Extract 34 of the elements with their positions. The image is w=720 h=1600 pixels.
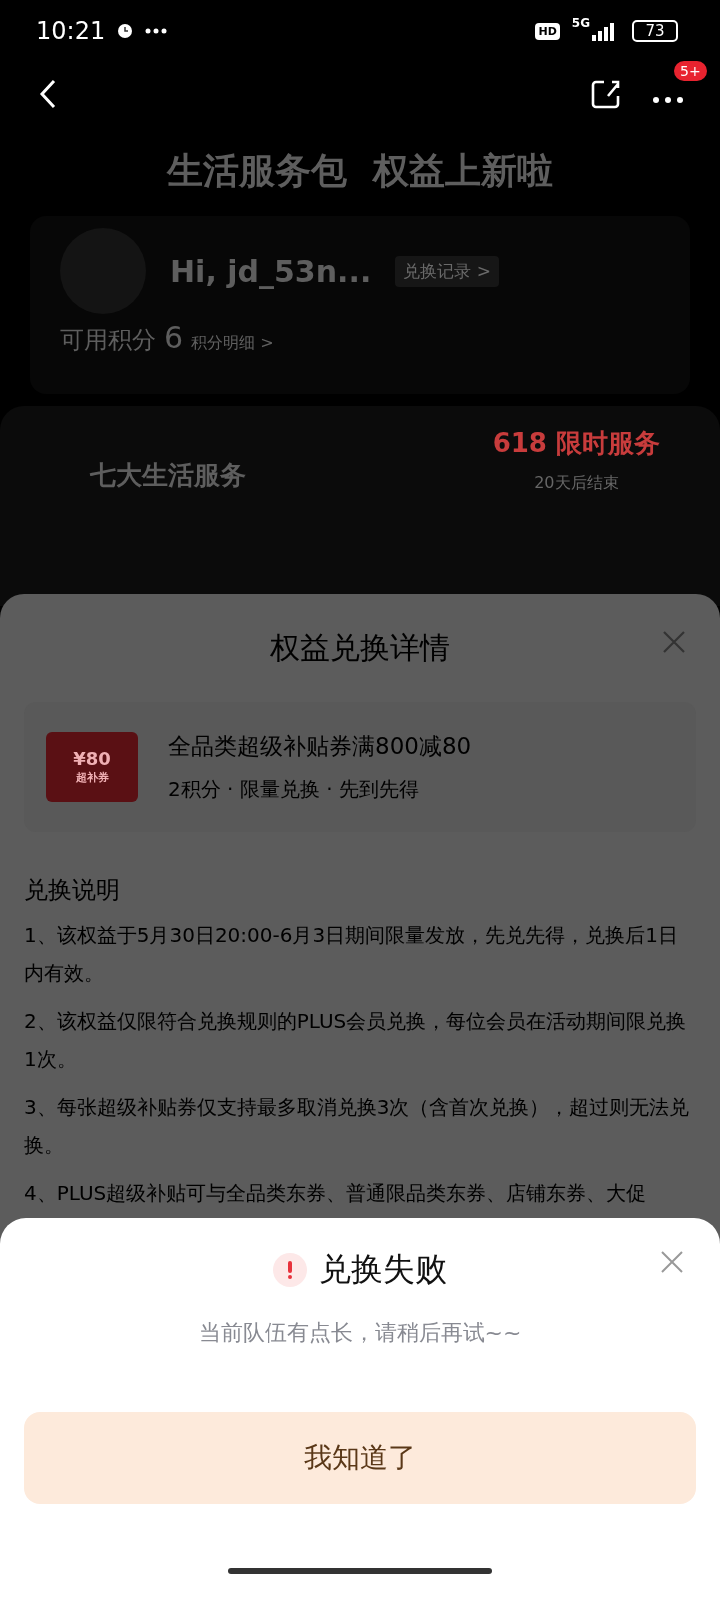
more-icon (145, 28, 168, 34)
battery-level: 73 (632, 20, 678, 42)
back-icon[interactable] (38, 78, 58, 110)
points-details-link[interactable]: 积分明细 > (191, 333, 274, 354)
acknowledge-button[interactable]: 我知道了 (24, 1412, 696, 1504)
alert-icon (273, 1253, 307, 1287)
dialog-title: 兑换失败 (319, 1249, 447, 1290)
coupon-name: 全品类超级补贴券满800减80 (168, 732, 472, 761)
rule-text: 3、每张超级补贴券仅支持最多取消兑换3次（含首次兑换），超过则无法兑换。 (24, 1094, 691, 1159)
sheet-title: 权益兑换详情 (270, 628, 450, 667)
banner-title: 生活服务包 权益上新啦 (167, 148, 553, 193)
dialog-message: 当前队伍有点长，请稍后再试~~ (198, 1319, 522, 1347)
user-greeting: Hi, jd_53n... (170, 253, 372, 289)
promo-countdown: 20天后结束 (534, 473, 619, 494)
rule-text: 2、该权益仅限符合兑换规则的PLUS会员兑换，每位会员在活动期间限兑换1次。 (24, 1008, 688, 1073)
status-time: 10:21 (36, 17, 106, 45)
rules-title: 兑换说明 (24, 875, 121, 906)
network-label: 5G (571, 16, 590, 30)
services-title: 七大生活服务 (90, 459, 246, 492)
hd-label: HD (535, 22, 560, 40)
coupon-tag: 超补券 (75, 769, 109, 785)
points-label: 可用积分 (60, 325, 156, 356)
points-value: 6 (164, 320, 184, 355)
clock-icon (117, 23, 134, 39)
notification-badge: 5+ (674, 60, 707, 81)
share-icon[interactable] (590, 78, 622, 110)
rule-text: 1、该权益于5月30日20:00-6月3日期间限量发放，先兑先得，兑换后1日内有效。 (24, 922, 679, 987)
close-icon[interactable] (660, 1250, 684, 1274)
promo-title: 618 限时服务 (492, 427, 660, 460)
records-link[interactable]: 兑换记录 > (395, 255, 499, 287)
coupon-meta: 2积分 · 限量兑换 · 先到先得 (168, 776, 420, 803)
more-icon[interactable] (652, 95, 684, 104)
coupon-amount: ¥80 (73, 749, 111, 768)
rule-text: 4、PLUS超级补贴可与全品类东券、普通限品类东券、店铺东券、大促 (24, 1180, 648, 1207)
